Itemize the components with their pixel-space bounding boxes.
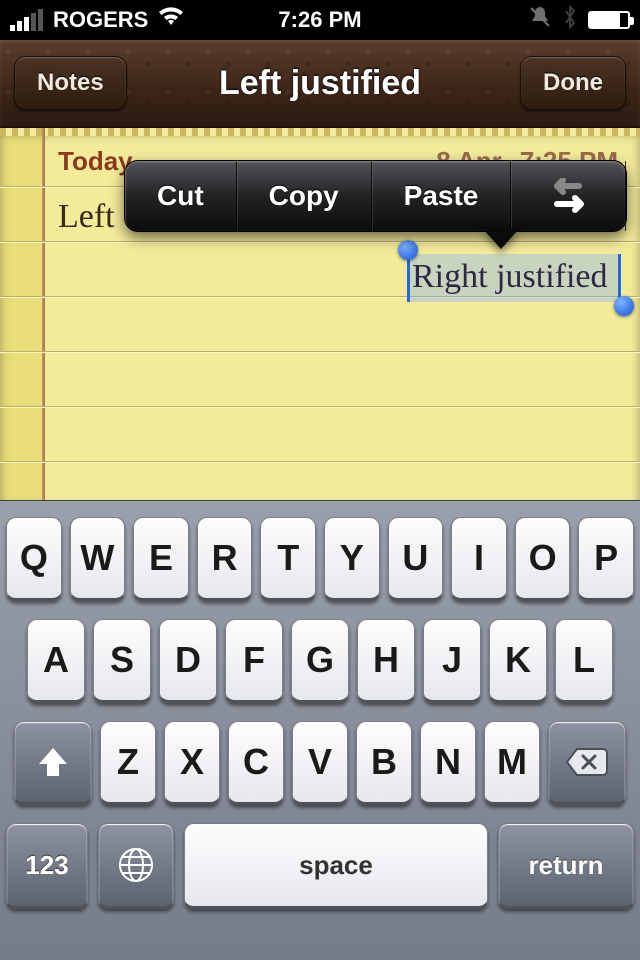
key-r[interactable]: R bbox=[197, 517, 253, 601]
back-notes-button[interactable]: Notes bbox=[14, 56, 127, 110]
key-n[interactable]: N bbox=[420, 721, 476, 805]
globe-key[interactable] bbox=[98, 823, 174, 909]
key-v[interactable]: V bbox=[292, 721, 348, 805]
cut-button[interactable]: Cut bbox=[125, 161, 237, 231]
selection-end-handle[interactable] bbox=[614, 296, 634, 316]
signal-bars-icon bbox=[10, 9, 43, 31]
note-editor[interactable]: Today 8 Apr 7:25 PM Left Right justified… bbox=[0, 128, 640, 500]
key-x[interactable]: X bbox=[164, 721, 220, 805]
done-button[interactable]: Done bbox=[520, 56, 626, 110]
key-y[interactable]: Y bbox=[324, 517, 380, 601]
delete-key[interactable] bbox=[548, 721, 626, 805]
navbar: Notes Left justified Done bbox=[0, 40, 640, 128]
silent-icon bbox=[528, 6, 552, 34]
key-k[interactable]: K bbox=[489, 619, 547, 703]
key-b[interactable]: B bbox=[356, 721, 412, 805]
shift-key[interactable] bbox=[14, 721, 92, 805]
key-q[interactable]: Q bbox=[6, 517, 62, 601]
space-key[interactable]: space bbox=[184, 823, 488, 909]
key-d[interactable]: D bbox=[159, 619, 217, 703]
key-o[interactable]: O bbox=[515, 517, 571, 601]
torn-edge bbox=[0, 128, 640, 136]
popover-tail bbox=[483, 229, 519, 249]
battery-icon bbox=[588, 11, 630, 29]
key-i[interactable]: I bbox=[451, 517, 507, 601]
edit-menu: Cut Copy Paste bbox=[124, 160, 627, 232]
key-m[interactable]: M bbox=[484, 721, 540, 805]
key-u[interactable]: U bbox=[388, 517, 444, 601]
key-h[interactable]: H bbox=[357, 619, 415, 703]
paste-button[interactable]: Paste bbox=[372, 161, 512, 231]
key-w[interactable]: W bbox=[70, 517, 126, 601]
screen: ROGERS 7:26 PM Notes Left justified Done bbox=[0, 0, 640, 960]
return-key[interactable]: return bbox=[498, 823, 634, 909]
copy-button[interactable]: Copy bbox=[237, 161, 372, 231]
keyboard: QWERTYUIOP ASDFGHJKL ZXCVBNM 123 space r… bbox=[0, 500, 640, 960]
meta-today: Today bbox=[58, 146, 133, 177]
key-e[interactable]: E bbox=[133, 517, 189, 601]
more-actions-button[interactable] bbox=[511, 161, 626, 231]
key-f[interactable]: F bbox=[225, 619, 283, 703]
status-bar: ROGERS 7:26 PM bbox=[0, 0, 640, 40]
key-j[interactable]: J bbox=[423, 619, 481, 703]
key-t[interactable]: T bbox=[260, 517, 316, 601]
key-z[interactable]: Z bbox=[100, 721, 156, 805]
key-l[interactable]: L bbox=[555, 619, 613, 703]
margin-line bbox=[42, 128, 45, 500]
note-selected-text[interactable]: Right justified bbox=[412, 258, 608, 296]
key-p[interactable]: P bbox=[578, 517, 634, 601]
key-s[interactable]: S bbox=[93, 619, 151, 703]
bluetooth-icon bbox=[562, 5, 578, 35]
key-c[interactable]: C bbox=[228, 721, 284, 805]
selection-start-handle[interactable] bbox=[398, 240, 418, 260]
wifi-icon bbox=[158, 7, 184, 33]
key-a[interactable]: A bbox=[27, 619, 85, 703]
note-line-1[interactable]: Left bbox=[58, 198, 115, 236]
key-g[interactable]: G bbox=[291, 619, 349, 703]
carrier-label: ROGERS bbox=[53, 7, 148, 33]
numbers-key[interactable]: 123 bbox=[6, 823, 88, 909]
